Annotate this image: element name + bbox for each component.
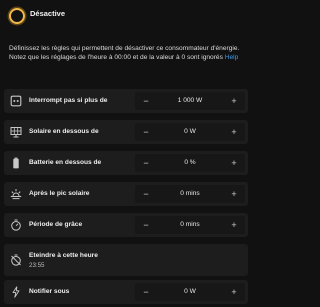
stepper-value[interactable]: 1 000 W (155, 97, 225, 104)
value-stepper: − 0 mins + (135, 185, 245, 203)
description-text: Définissez les règles qui permettent de … (9, 45, 240, 62)
flash-icon (10, 286, 22, 298)
rule-label: Après le pic solaire (29, 190, 90, 197)
rule-label: Solaire en dessous de (29, 128, 99, 135)
rule-row-battery: Batterie en dessous de − 0 % + (4, 151, 248, 175)
card-title: Désactive (30, 9, 66, 18)
value-stepper: − 0 W + (135, 283, 245, 301)
decrement-button[interactable]: − (139, 187, 153, 201)
battery-icon (10, 157, 22, 169)
decrement-button[interactable]: − (139, 125, 153, 139)
rule-label: Eteindre à cette heure (29, 252, 98, 259)
help-link[interactable]: Help (225, 54, 239, 61)
sunset-icon (10, 188, 22, 200)
rule-row-interrupt: Interrompt pas si plus de − 1 000 W + (4, 89, 248, 113)
rule-row-solar: Solaire en dessous de − 0 W + (4, 120, 248, 144)
decrement-button[interactable]: − (139, 285, 153, 299)
value-stepper: − 0 W + (135, 123, 245, 141)
stepper-value[interactable]: 0 W (155, 128, 225, 135)
card-header: Désactive (0, 0, 252, 34)
deactivate-card: Désactive Définissez les règles qui perm… (0, 0, 252, 307)
decrement-button[interactable]: − (139, 156, 153, 170)
power-plug-icon (10, 95, 22, 107)
stepper-value[interactable]: 0 % (155, 159, 225, 166)
stepper-value[interactable]: 0 mins (155, 221, 225, 228)
rule-row-grace-period: Période de grâce − 0 mins + (4, 213, 248, 237)
rule-label: Notifier sous (29, 288, 70, 295)
rule-label: Batterie en dessous de (29, 159, 102, 166)
stepper-value[interactable]: 0 mins (155, 190, 225, 197)
rule-label: Interrompt pas si plus de (29, 97, 108, 104)
rule-row-turn-off-time[interactable]: Eteindre à cette heure 23:55 (4, 244, 248, 276)
decrement-button[interactable]: − (139, 94, 153, 108)
value-stepper: − 0 mins + (135, 216, 245, 234)
increment-button[interactable]: + (227, 156, 241, 170)
increment-button[interactable]: + (227, 94, 241, 108)
rule-label: Période de grâce (29, 221, 83, 228)
increment-button[interactable]: + (227, 187, 241, 201)
solar-panel-icon (10, 126, 22, 138)
increment-button[interactable]: + (227, 125, 241, 139)
stepper-value[interactable]: 0 W (155, 288, 225, 295)
deactivate-toggle[interactable] (9, 8, 25, 24)
decrement-button[interactable]: − (139, 218, 153, 232)
value-stepper: − 1 000 W + (135, 92, 245, 110)
increment-button[interactable]: + (227, 218, 241, 232)
value-stepper: − 0 % + (135, 154, 245, 172)
turn-off-time-value: 23:55 (29, 262, 45, 269)
rule-row-notify: Notifier sous − 0 W + (4, 280, 248, 304)
increment-button[interactable]: + (227, 285, 241, 299)
description: Définissez les règles qui permettent de … (9, 44, 245, 63)
timer-off-icon (10, 254, 22, 266)
rule-row-after-peak: Après le pic solaire − 0 mins + (4, 182, 248, 206)
timer-icon (10, 219, 22, 231)
